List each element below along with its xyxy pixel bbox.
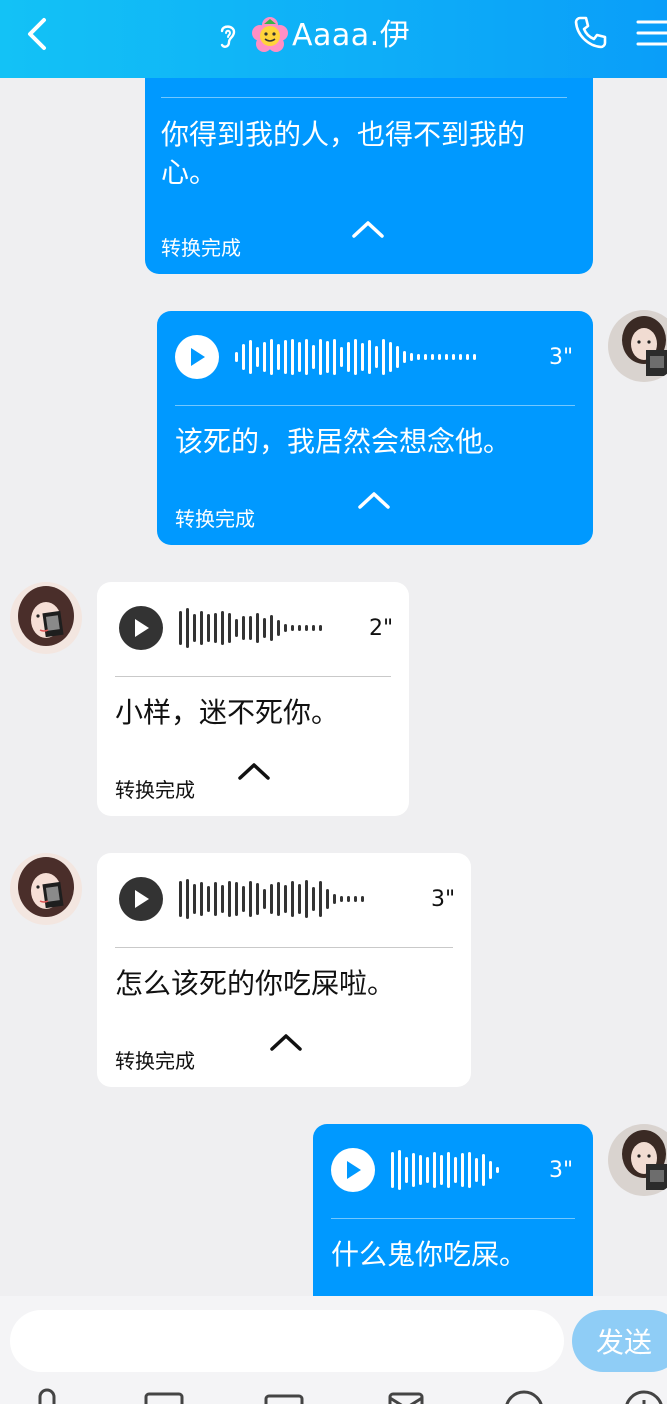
transcript-text: 什么鬼你吃屎。 [331, 1238, 528, 1271]
convert-status: 转换完成 [161, 236, 241, 260]
message-bubble-sent[interactable]: 3" 什么鬼你吃屎。 [313, 1124, 593, 1314]
bubble-divider [331, 1218, 575, 1219]
play-icon[interactable] [119, 877, 163, 921]
microphone-icon[interactable] [28, 1388, 68, 1404]
chat-title: Aaaa.伊 [292, 18, 411, 53]
message-bubble-received[interactable]: 2" 小样，迷不死你。 转换完成 [97, 582, 409, 816]
message-bubble-received[interactable]: 3" 怎么该死的你吃屎啦。 转换完成 [97, 853, 471, 1087]
chat-header: Aaaa.伊 [0, 0, 667, 78]
collapse-icon[interactable] [237, 760, 271, 782]
menu-icon[interactable] [634, 14, 667, 54]
composer-bar: 发送 [0, 1296, 667, 1404]
waveform [179, 879, 364, 919]
collapse-icon[interactable] [357, 489, 391, 511]
convert-status: 转换完成 [115, 778, 195, 802]
voice-duration: 2" [369, 616, 394, 641]
message-bubble-sent[interactable]: 你得到我的人，也得不到我的心。 转换完成 [145, 60, 593, 274]
message-bubble-sent[interactable]: 3" 该死的，我居然会想念他。 转换完成 [157, 311, 593, 545]
emoji-icon[interactable] [504, 1388, 544, 1404]
collapse-icon[interactable] [269, 1031, 303, 1053]
avatar-self[interactable] [608, 310, 667, 382]
transcript-text: 小样，迷不死你。 [115, 696, 340, 729]
waveform [391, 1150, 499, 1190]
image-icon[interactable] [144, 1388, 184, 1404]
avatar-self[interactable] [608, 1124, 667, 1196]
transcript-text: 你得到我的人，也得不到我的心。 [161, 118, 526, 189]
play-icon[interactable] [331, 1148, 375, 1192]
voice-duration: 3" [549, 345, 574, 370]
bubble-divider [161, 97, 567, 98]
back-icon[interactable] [18, 14, 58, 54]
play-icon[interactable] [119, 606, 163, 650]
voice-player[interactable] [119, 877, 364, 921]
red-packet-icon[interactable] [386, 1388, 426, 1404]
convert-status: 转换完成 [115, 1049, 195, 1073]
bubble-divider [175, 405, 575, 406]
phone-icon[interactable] [570, 12, 610, 52]
send-button[interactable]: 发送 [572, 1310, 667, 1372]
message-input[interactable] [10, 1310, 564, 1372]
ear-icon [220, 25, 236, 48]
voice-player[interactable] [119, 606, 322, 650]
avatar-contact[interactable] [10, 582, 82, 654]
waveform [179, 608, 322, 648]
bubble-divider [115, 947, 453, 948]
camera-icon[interactable] [264, 1388, 304, 1404]
convert-status: 转换完成 [175, 507, 255, 531]
voice-duration: 3" [431, 887, 456, 912]
transcript-text: 该死的，我居然会想念他。 [175, 425, 512, 458]
transcript-text: 怎么该死的你吃屎啦。 [115, 967, 396, 1000]
chat-screen: Aaaa.伊 你得到我的人，也得不到我的心。 转换完成 3" 该死的，我居然会想… [0, 0, 667, 1404]
flower-icon [252, 17, 288, 52]
play-icon[interactable] [175, 335, 219, 379]
more-icon[interactable] [624, 1388, 664, 1404]
bubble-divider [115, 676, 391, 677]
voice-player[interactable] [331, 1148, 499, 1192]
avatar-contact[interactable] [10, 853, 82, 925]
chat-title-group[interactable]: Aaaa.伊 [214, 12, 410, 60]
waveform [235, 337, 476, 377]
voice-duration: 3" [549, 1158, 574, 1183]
collapse-icon[interactable] [351, 218, 385, 240]
voice-player[interactable] [175, 335, 476, 379]
